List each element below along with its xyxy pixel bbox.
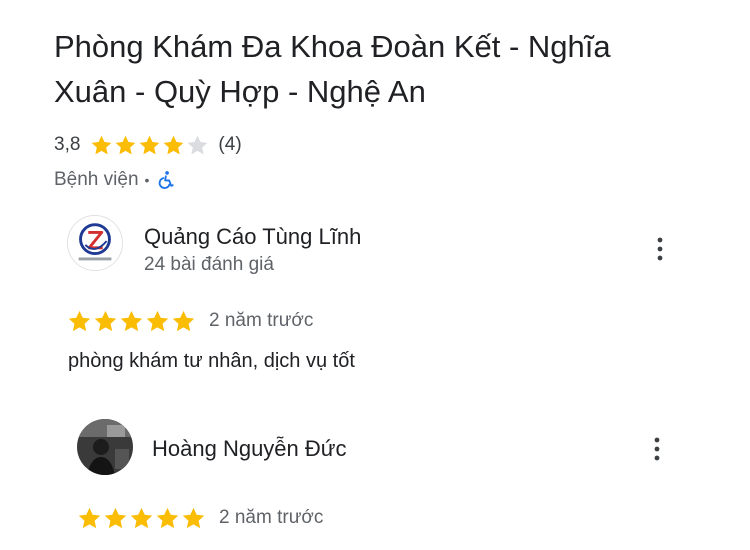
review-date: 2 năm trước [209,310,314,331]
wheelchair-icon [155,170,175,190]
star-filled-icon [129,506,154,531]
reviewer-review-count: 24 bài đánh giá [144,254,274,275]
star-filled-icon [162,134,185,157]
reviewer-name[interactable]: Hoàng Nguyễn Đức [152,436,347,462]
category-label[interactable]: Bệnh viện [54,169,139,191]
avatar[interactable] [67,215,123,271]
review-rating-row: 2 năm trước [67,307,313,335]
rating-summary[interactable]: 3,8 (4) [54,131,242,159]
review-date: 2 năm trước [219,507,324,528]
review-rating-row: 2 năm trước [77,504,323,532]
more-options-button[interactable] [645,432,669,466]
star-filled-icon [77,506,102,531]
star-filled-icon [181,506,206,531]
star-filled-icon [103,506,128,531]
review-count[interactable]: (4) [218,134,241,156]
star-filled-icon [138,134,161,157]
place-title: Phòng Khám Đa Khoa Đoàn Kết - Nghĩa Xuân… [54,29,611,109]
separator-dot: • [144,172,150,188]
rating-stars [90,134,210,157]
avatar[interactable] [77,419,133,475]
star-filled-icon [67,309,92,334]
rating-value: 3,8 [54,134,81,155]
more-options-button[interactable] [648,232,672,266]
review-text: phòng khám tư nhân, dịch vụ tốt [68,350,355,372]
star-empty-icon [186,134,209,157]
star-filled-icon [114,134,137,157]
category-row: Bệnh viện • [54,166,175,194]
star-filled-icon [90,134,113,157]
more-vert-icon [654,437,660,461]
reviewer-name[interactable]: Quảng Cáo Tùng Lĩnh [144,224,361,250]
star-filled-icon [145,309,170,334]
star-filled-icon [155,506,180,531]
more-vert-icon [657,237,663,261]
star-filled-icon [171,309,196,334]
star-filled-icon [119,309,144,334]
review-stars [67,309,197,334]
star-filled-icon [93,309,118,334]
review-stars [77,506,207,531]
